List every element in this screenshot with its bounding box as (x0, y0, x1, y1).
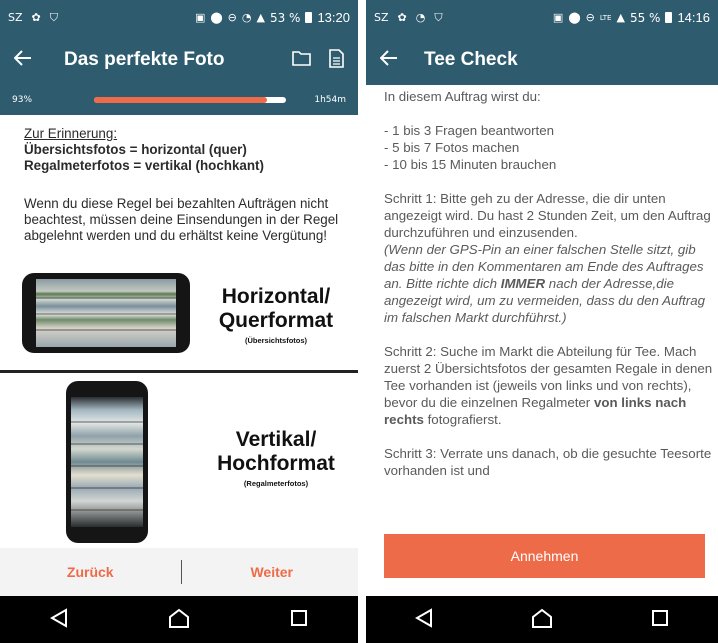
vertical-title-line2: Hochformat (217, 452, 335, 475)
step-2: Schritt 2: Suche im Markt die Abteilung … (384, 343, 714, 428)
vertical-title-line1: Vertikal/ (235, 428, 317, 451)
bullet-duration: - 10 bis 15 Minuten brauchen (384, 157, 557, 172)
bottom-action-bar: Zurück Weiter (0, 548, 359, 596)
vertical-format-title: Vertikal/ Hochformat (196, 428, 356, 476)
carrier-label: SZ (8, 11, 23, 24)
nav-home-icon[interactable] (168, 608, 190, 632)
horizontal-format-subtitle: (Übersichtsfotos) (244, 336, 308, 345)
wifi-icon: ◔ (415, 11, 426, 24)
step-1-text: Schritt 1: Bitte geh zu der Adresse, die… (384, 191, 711, 240)
progress-percent: 93% (12, 95, 33, 105)
location-icon: ⬤ (568, 11, 581, 24)
nav-recents-icon[interactable] (290, 609, 308, 631)
vertical-format-example: Vertikal/ Hochformat (Regalmeterfotos) (0, 370, 358, 546)
app-bar: Das perfekte Foto (0, 35, 358, 85)
battery-percent: 55 % (629, 10, 661, 25)
task-bullets: - 1 bis 3 Fragen beantworten - 5 bis 7 F… (384, 122, 714, 173)
location-icon: ⬤ (210, 11, 223, 24)
android-navigation-bar (0, 596, 358, 643)
app-notification-icon: ✿ (397, 11, 407, 24)
nav-home-icon[interactable] (531, 608, 553, 632)
task-progress: 93% 1h54m (0, 85, 358, 115)
shield-icon: ⛉ (49, 10, 58, 24)
back-arrow-icon[interactable] (379, 49, 410, 71)
carrier-label: SZ (374, 11, 389, 24)
supermarket-shelf-photo (71, 397, 143, 527)
progress-fill (94, 97, 267, 103)
android-navigation-bar (366, 596, 718, 643)
back-arrow-icon[interactable] (13, 49, 44, 71)
status-bar: SZ ✿ ⛉ ▣ ⬤ ⊖ ◔ ▲ 53 % 13:20 (0, 0, 358, 35)
step-1: Schritt 1: Bitte geh zu der Adresse, die… (384, 190, 714, 326)
nav-recents-icon[interactable] (651, 609, 669, 631)
network-type: LTE (599, 13, 612, 22)
do-not-disturb-icon: ⊖ (227, 11, 237, 24)
bullet-photos: - 5 bis 7 Fotos machen (384, 140, 520, 155)
overview-photo-rule: Übersichtsfotos = horizontal (quer) (24, 142, 247, 157)
reminder-title: Zur Erinnerung: (24, 126, 118, 141)
page-title: Das perfekte Foto (64, 49, 225, 70)
back-button[interactable]: Zurück (0, 564, 181, 580)
supermarket-shelf-photo (36, 279, 176, 347)
wifi-icon: ◔ (241, 11, 252, 24)
reminder-text: Zur Erinnerung: Übersichtsfotos = horizo… (24, 126, 346, 244)
battery-icon (305, 12, 313, 23)
clock: 14:16 (677, 10, 710, 25)
bullet-questions: - 1 bis 3 Fragen beantworten (384, 123, 555, 138)
battery-icon (665, 12, 673, 23)
right-screen: SZ ✿ ◔ ⛉ ▣ ⬤ ⊖ LTE ▲ 55 % 14:16 Tee Chec… (366, 0, 718, 643)
app-notification-icon: ✿ (31, 11, 41, 24)
next-button[interactable]: Weiter (182, 564, 359, 580)
battery-percent: 53 % (269, 10, 301, 25)
folder-icon[interactable] (292, 50, 311, 70)
horizontal-title-line2: Querformat (218, 309, 334, 332)
status-bar: SZ ✿ ◔ ⛉ ▣ ⬤ ⊖ LTE ▲ 55 % 14:16 (366, 0, 718, 35)
nav-back-icon[interactable] (49, 607, 68, 632)
nav-back-icon[interactable] (414, 607, 433, 632)
document-icon[interactable] (329, 48, 344, 72)
portrait-phone-image (66, 381, 148, 543)
scroll-fade (366, 494, 718, 524)
task-description: In diesem Auftrag wirst du: - 1 bis 3 Fr… (384, 88, 714, 524)
step-1-note-emphasis: IMMER (500, 276, 546, 291)
horizontal-format-title: Horizontal/ Querformat (196, 285, 356, 333)
left-screen: SZ ✿ ⛉ ▣ ⬤ ⊖ ◔ ▲ 53 % 13:20 Das perfekte… (0, 0, 362, 643)
clock: 13:20 (317, 10, 350, 25)
page-title: Tee Check (424, 49, 518, 70)
signal-icon: ▲ (616, 11, 625, 24)
rule-warning: Wenn du diese Regel bei bezahlten Aufträ… (24, 196, 339, 243)
step-2-text-end: fotografierst. (423, 412, 502, 427)
nfc-icon: ▣ (194, 11, 206, 24)
step-1-note: (Wenn der GPS-Pin an einer falschen Stel… (384, 242, 705, 325)
signal-icon: ▲ (256, 11, 265, 24)
vertical-format-subtitle: (Regalmeterfotos) (243, 479, 309, 488)
horizontal-format-example: Horizontal/ Querformat (Übersichtsfotos) (0, 264, 358, 368)
do-not-disturb-icon: ⊖ (585, 11, 595, 24)
shield-icon: ⛉ (434, 10, 443, 24)
intro-text: In diesem Auftrag wirst du: (384, 89, 541, 104)
time-remaining: 1h54m (314, 95, 346, 105)
shelf-photo-rule: Regalmeterfotos = vertikal (hochkant) (24, 158, 264, 173)
horizontal-title-line1: Horizontal/ (221, 285, 331, 308)
progress-bar (94, 97, 286, 103)
app-bar: Tee Check (366, 35, 718, 85)
accept-button[interactable]: Annehmen (384, 534, 705, 578)
landscape-phone-image (22, 273, 190, 353)
step-3: Schritt 3: Verrate uns danach, ob die ge… (384, 446, 712, 478)
nfc-icon: ▣ (552, 11, 564, 24)
